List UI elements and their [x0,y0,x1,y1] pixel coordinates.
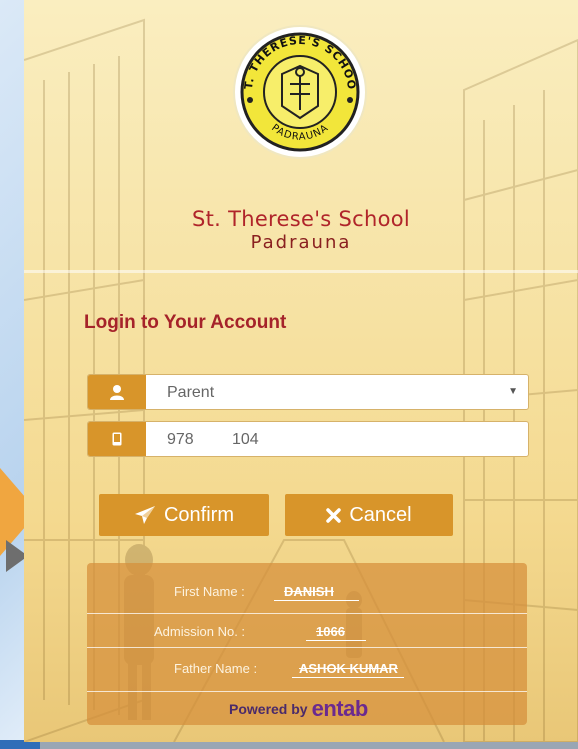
role-select[interactable]: Parent ▼ [87,374,529,410]
father-name-underline [292,677,404,678]
powered-by: Powered by entab [229,689,469,729]
mobile-number-input[interactable]: 978 104 [87,421,529,457]
first-name-label: First Name : [174,584,245,599]
role-select-value: Parent [167,384,215,401]
panel-seam [24,270,578,273]
user-icon [88,375,146,409]
mobile-number-part2: 104 [232,431,259,448]
mobile-icon [88,422,146,456]
school-logo: ST. THERESE'S SCHOOL PADRAUNA [230,22,367,159]
details-divider-2 [87,647,527,648]
cancel-button-label: Cancel [349,503,412,526]
confirm-button[interactable]: Confirm [99,494,269,536]
cancel-button[interactable]: Cancel [285,494,453,536]
school-name: St. Therese's School [191,207,411,231]
chevron-down-icon: ▼ [508,386,518,397]
first-name-underline [274,600,359,601]
admission-underline [306,640,366,641]
details-divider-1 [87,613,527,614]
admission-label: Admission No. : [154,624,246,639]
close-icon [326,507,342,523]
father-name-label: Father Name : [174,661,258,676]
school-city: Padrauna [250,232,352,253]
mobile-number-part1: 978 [167,431,194,448]
entab-logo[interactable]: entab [312,696,369,722]
login-panel: ST. THERESE'S SCHOOL PADRAUNA St. Theres… [24,0,578,742]
father-name-value: ASHOK KUMAR [299,661,398,676]
confirm-button-label: Confirm [163,503,234,526]
login-heading: Login to Your Account [84,312,287,333]
paper-plane-icon [134,506,155,524]
first-name-value: DANISH [284,584,334,599]
admission-value: 1066 [316,624,345,639]
powered-by-label: Powered by [229,701,308,717]
